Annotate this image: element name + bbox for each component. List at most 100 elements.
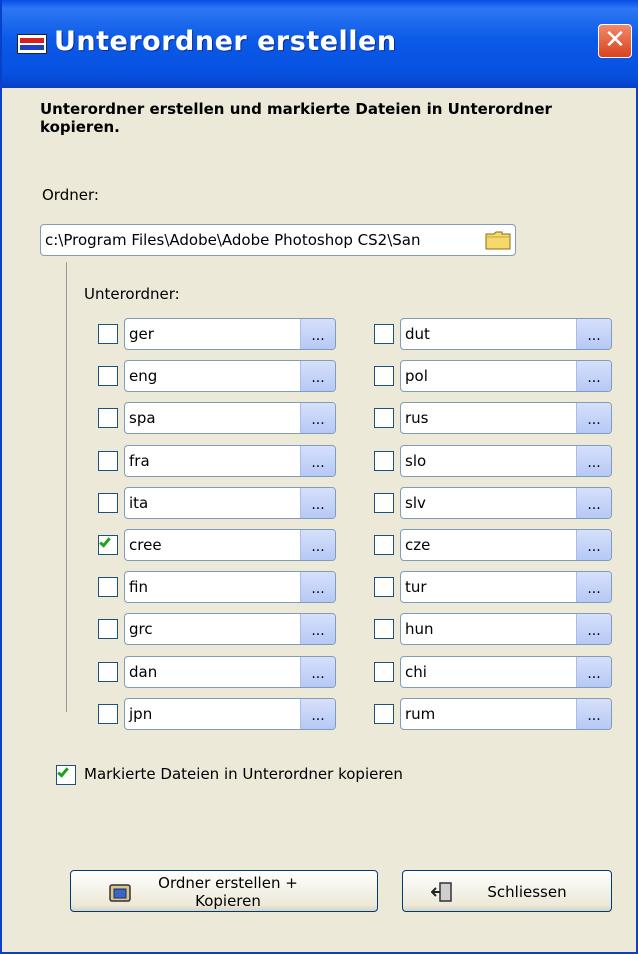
subfolder-checkbox[interactable] [374,492,394,513]
checkmark-icon [57,765,69,778]
subfolder-name-field[interactable]: fra... [124,444,336,477]
subfolder-name-field[interactable]: chi... [400,655,612,688]
create-button-line1: Ordner erstellen + [158,874,298,892]
browse-subfolder-button[interactable]: ... [576,445,611,476]
subfolder-name-value: spa [129,409,156,428]
browse-subfolder-button[interactable]: ... [576,361,611,392]
window-title: Unterordner erstellen [54,26,397,57]
subfolder-name-value: fra [129,451,150,470]
subfolder-name-field[interactable]: ger... [124,318,336,350]
browse-subfolder-button[interactable]: ... [300,445,335,476]
subfolder-name-field[interactable]: tur... [400,571,612,604]
browse-subfolder-button[interactable]: ... [576,530,611,560]
close-button-label: Schliessen [487,883,567,901]
subfolder-name-field[interactable]: fin... [124,571,336,604]
browse-subfolder-button[interactable]: ... [300,530,335,560]
browse-subfolder-button[interactable]: ... [300,487,335,518]
exit-door-icon [431,882,452,902]
subfolder-checkbox[interactable] [98,492,118,513]
subfolder-checkbox[interactable] [98,535,118,555]
subfolder-name-value: grc [129,620,153,639]
subfolder-checkbox[interactable] [98,366,118,387]
subfolder-name-field[interactable]: cze... [400,529,612,561]
browse-subfolder-button[interactable]: ... [300,403,335,434]
subfolder-name-field[interactable]: spa... [124,402,336,435]
copy-files-checkbox[interactable] [56,765,76,785]
subfolder-name-value: ger [129,325,154,343]
browse-subfolder-button[interactable]: ... [300,361,335,392]
browse-subfolder-button[interactable]: ... [300,656,335,687]
browse-subfolder-button[interactable]: ... [300,614,335,645]
subfolder-checkbox[interactable] [374,661,394,682]
browse-subfolder-button[interactable]: ... [300,572,335,603]
subfolder-name-field[interactable]: dut... [400,318,612,350]
subfolder-checkbox[interactable] [374,577,394,598]
subfolder-checkbox[interactable] [374,366,394,387]
subfolders-label: Unterordner: [84,285,180,303]
subfolder-name-value: hun [405,620,434,639]
subfolder-name-field[interactable]: pol... [400,360,612,393]
folder-browse-icon[interactable] [485,230,511,250]
subfolder-checkbox[interactable] [98,619,118,640]
folder-create-icon [109,884,131,902]
subfolder-checkbox[interactable] [98,577,118,598]
subfolder-name-value: ita [129,493,149,512]
subfolder-name-value: rum [405,704,436,723]
browse-subfolder-button[interactable]: ... [576,698,611,729]
subfolder-name-field[interactable]: rum... [400,697,612,730]
browse-subfolder-button[interactable]: ... [576,614,611,645]
subfolder-name-value: cree [129,536,162,554]
subfolder-checkbox[interactable] [98,324,118,344]
subfolder-name-value: tur [405,578,427,597]
create-and-copy-button[interactable]: Ordner erstellen + Kopieren [70,870,378,912]
subfolder-name-value: chi [405,662,427,681]
subfolder-checkbox[interactable] [374,619,394,640]
subfolder-name-value: pol [405,367,428,386]
app-icon [17,34,47,54]
browse-subfolder-button[interactable]: ... [576,403,611,434]
subfolder-name-value: jpn [129,704,153,723]
close-dialog-button[interactable]: Schliessen [402,870,612,912]
close-window-button[interactable]: ✕ [598,24,632,58]
create-button-line2: Kopieren [195,892,261,910]
subfolder-checkbox[interactable] [374,535,394,555]
subfolder-name-value: dut [405,325,430,343]
subfolder-checkbox[interactable] [98,450,118,471]
checkmark-icon [99,535,111,548]
subfolder-checkbox[interactable] [374,408,394,429]
subfolder-name-value: cze [405,536,431,554]
subfolder-name-field[interactable]: slo... [400,444,612,477]
browse-subfolder-button[interactable]: ... [576,656,611,687]
folder-path-value: c:\Program Files\Adobe\Adobe Photoshop C… [45,231,421,249]
subfolder-name-field[interactable]: cree... [124,529,336,561]
browse-subfolder-button[interactable]: ... [576,487,611,518]
subfolder-name-field[interactable]: dan... [124,655,336,688]
subfolder-name-field[interactable]: ita... [124,486,336,519]
browse-subfolder-button[interactable]: ... [576,572,611,603]
subfolder-checkbox[interactable] [374,450,394,471]
subfolder-name-value: eng [129,367,158,386]
subfolder-name-value: slv [405,493,426,512]
subfolder-checkbox[interactable] [98,661,118,682]
browse-subfolder-button[interactable]: ... [576,319,611,349]
subfolder-checkbox[interactable] [98,703,118,724]
folder-label: Ordner: [42,186,99,204]
subfolder-name-field[interactable]: hun... [400,613,612,646]
subfolder-name-value: dan [129,662,158,681]
subfolder-name-field[interactable]: rus... [400,402,612,435]
browse-subfolder-button[interactable]: ... [300,319,335,349]
subfolder-name-field[interactable]: grc... [124,613,336,646]
subfolder-checkbox[interactable] [374,324,394,344]
subfolder-name-value: slo [405,451,427,470]
folder-path-field[interactable]: c:\Program Files\Adobe\Adobe Photoshop C… [40,224,516,256]
dialog-description: Unterordner erstellen und markierte Date… [40,100,552,136]
browse-subfolder-button[interactable]: ... [300,698,335,729]
title-bar[interactable]: Unterordner erstellen ✕ [2,0,638,88]
subfolder-checkbox[interactable] [98,408,118,429]
dialog-window: Unterordner erstellen ✕ Unterordner erst… [0,0,638,954]
subfolder-checkbox[interactable] [374,703,394,724]
subfolder-name-field[interactable]: slv... [400,486,612,519]
subfolder-name-field[interactable]: eng... [124,360,336,393]
group-divider [66,262,67,712]
subfolder-name-field[interactable]: jpn... [124,697,336,730]
